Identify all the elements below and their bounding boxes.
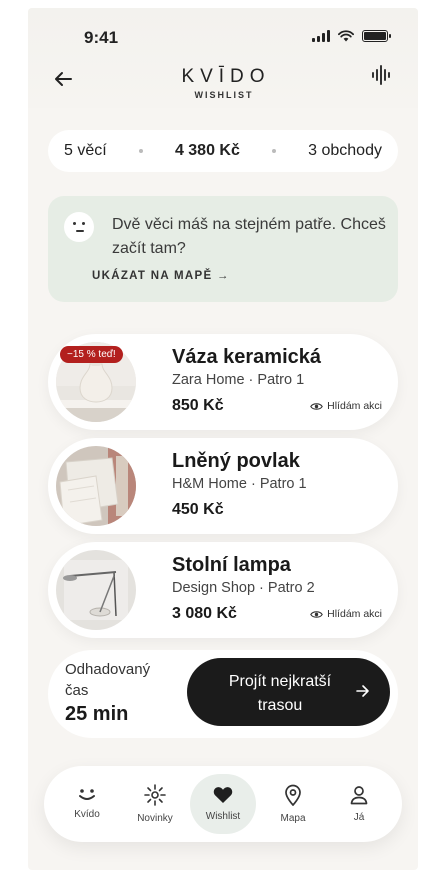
separator-dot	[272, 149, 276, 153]
heart-icon	[213, 787, 233, 803]
estimated-time-label: Odhadovaný čas	[65, 661, 151, 699]
nav-item-mapa[interactable]: Mapa	[260, 774, 326, 834]
brand: KVĪDO WISHLIST	[28, 66, 418, 100]
sparkle-icon	[144, 784, 166, 806]
linen-pillow-image	[56, 446, 136, 526]
start-route-label: Projít nejkratší trasou	[228, 673, 332, 714]
nav-label: Mapa	[280, 813, 306, 824]
arrow-right-icon	[356, 685, 369, 697]
map-pin-icon	[285, 784, 301, 806]
signal-icon	[312, 30, 330, 42]
discount-badge: −15 % teď!	[60, 346, 123, 363]
wishlist-summary: 5 věcí 4 380 Kč 3 obchody	[48, 130, 398, 172]
nav-label: Novinky	[137, 813, 173, 824]
page-title: WISHLIST	[194, 90, 254, 100]
price-watch[interactable]: Hlídám akci	[310, 608, 382, 620]
eye-icon	[310, 610, 323, 618]
wishlist-item[interactable]: −15 % teď! Váza keramická Zara Home · Pa…	[48, 334, 398, 430]
item-store: H&M Home · Patro 1	[172, 476, 307, 492]
item-count: 5 věcí	[64, 142, 107, 159]
price-watch[interactable]: Hlídám akci	[310, 400, 382, 412]
brand-name: KVĪDO	[181, 66, 271, 87]
item-price: 450 Kč	[172, 501, 224, 518]
item-name: Váza keramická	[172, 346, 322, 368]
item-price: 850 Kč	[172, 397, 224, 414]
nav-item-novinky[interactable]: Novinky	[122, 774, 188, 834]
waveform-icon	[372, 64, 390, 86]
item-price: 3 080 Kč	[172, 605, 237, 622]
item-name: Stolní lampa	[172, 554, 291, 576]
tip-text: Dvě věci máš na stejném patře. Chceš zač…	[112, 216, 386, 257]
bottom-nav: Kvído Novinky Wishlist Mapa Já	[44, 766, 402, 842]
total-price: 4 380 Kč	[174, 142, 240, 159]
phone-screen: 9:41 KVĪDO WISHLIST 5 věcí 4 380 Kč 3 ob…	[28, 8, 418, 870]
separator-dot	[138, 149, 143, 153]
assistant-tip-card: Dvě věci máš na stejném patře. Chceš zač…	[48, 196, 398, 302]
route-bar: Odhadovaný čas 25 min Projít nejkratší t…	[48, 650, 398, 738]
price-watch-label: Hlídám akci	[327, 400, 382, 412]
item-store: Design Shop · Patro 2	[172, 580, 315, 596]
nav-label: Wishlist	[205, 811, 241, 822]
status-icons	[312, 30, 391, 42]
wishlist-item[interactable]: Stolní lampa Design Shop · Patro 2 3 080…	[48, 542, 398, 638]
smile-icon	[79, 789, 95, 800]
nav-label: Kvído	[74, 809, 100, 820]
wifi-icon	[338, 30, 354, 42]
nav-item-kvido[interactable]: Kvído	[54, 774, 120, 834]
wishlist-item[interactable]: Lněný povlak H&M Home · Patro 1 450 Kč	[48, 438, 398, 534]
show-on-map-link[interactable]: UKÁZAT NA MAPĚ →	[92, 270, 230, 282]
nav-item-wishlist[interactable]: Wishlist	[190, 774, 256, 834]
battery-icon	[362, 30, 391, 42]
assistant-face-icon	[64, 212, 94, 242]
item-store: Zara Home · Patro 1	[172, 372, 305, 388]
eye-icon	[310, 402, 323, 410]
desk-lamp-image	[56, 550, 136, 630]
start-route-button[interactable]: Projít nejkratší trasou	[187, 658, 390, 726]
status-time: 9:41	[84, 28, 119, 47]
store-count: 3 obchody	[308, 142, 382, 159]
nav-item-ja[interactable]: Já	[326, 774, 392, 834]
user-icon	[350, 786, 368, 805]
item-name: Lněný povlak	[172, 450, 300, 472]
price-watch-label: Hlídám akci	[327, 608, 382, 620]
voice-button[interactable]	[370, 64, 392, 86]
nav-label: Já	[353, 812, 365, 823]
estimated-time-value: 25 min	[65, 703, 129, 725]
